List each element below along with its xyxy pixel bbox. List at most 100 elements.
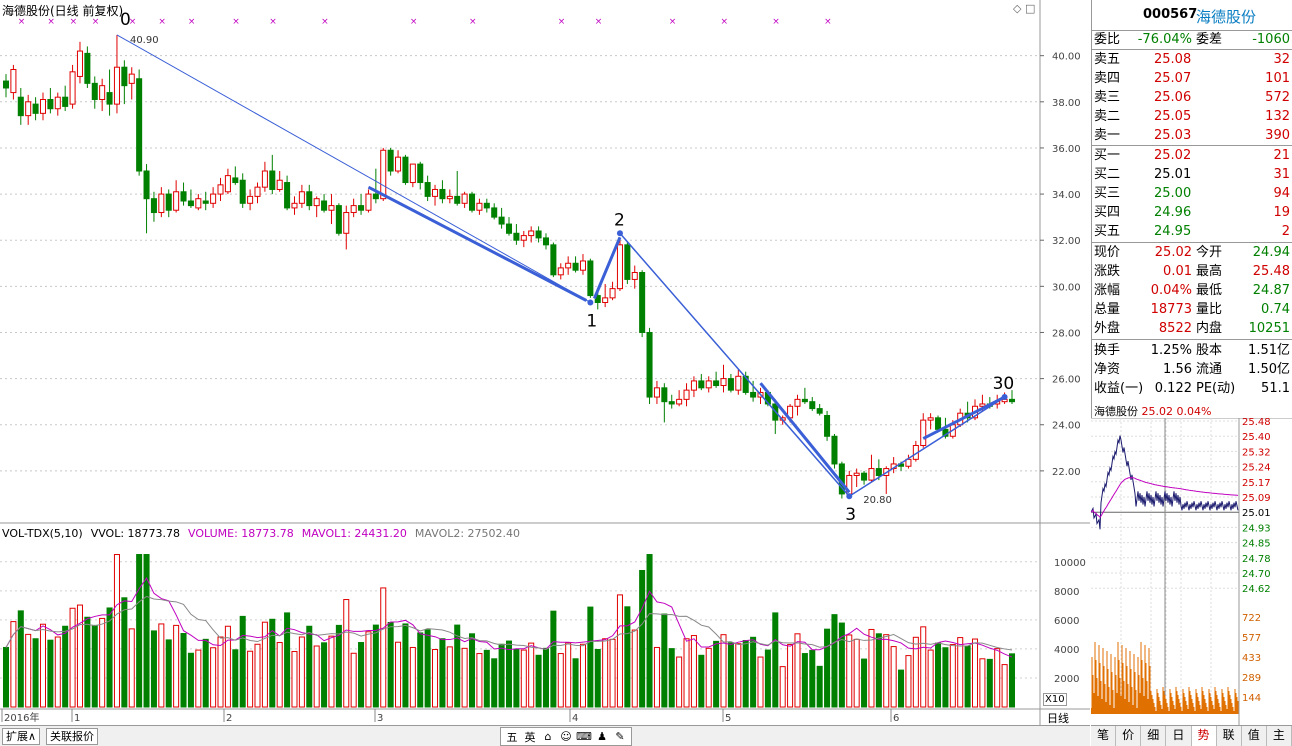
fund-row-v: 1.56 xyxy=(1163,362,1192,377)
volume-bar xyxy=(579,643,586,708)
ime-item-6[interactable]: ✎ xyxy=(612,730,628,743)
volume-bar xyxy=(935,642,942,708)
candle-body xyxy=(454,195,461,204)
candle-body xyxy=(535,230,542,239)
mini-tab-0[interactable]: 笔 xyxy=(1091,726,1117,746)
mini-tab-2[interactable]: 细 xyxy=(1141,726,1167,746)
candle-body xyxy=(927,417,934,421)
candle-body xyxy=(831,435,838,465)
volume-bar xyxy=(505,640,513,708)
intraday-chart[interactable]: 25.48 25.40 25.32 25.24 25.17 25.09 25.01 24.93… xyxy=(1091,418,1292,725)
mini-price-label: 25.48 xyxy=(1242,418,1271,428)
sell-level-v2: 132 xyxy=(1265,109,1290,124)
marker-cross: × xyxy=(469,17,477,27)
mini-price-label: 24.85 xyxy=(1242,539,1271,550)
mini-tab-3[interactable]: 日 xyxy=(1166,726,1192,746)
candle-body xyxy=(468,193,476,211)
candle-body xyxy=(476,202,483,211)
stat-row-v2: 24.87 xyxy=(1252,283,1290,298)
volume-bar xyxy=(424,629,431,708)
stat-row-l2: 内盘 xyxy=(1196,321,1223,336)
volume-bar xyxy=(535,654,542,708)
ime-item-5[interactable]: ♟ xyxy=(594,730,610,743)
volume-bar xyxy=(979,658,986,708)
volume-bar xyxy=(787,644,794,708)
mini-tab-6[interactable]: 值 xyxy=(1242,726,1267,746)
price-tick-label: 40.00 xyxy=(1052,52,1081,63)
expand-tab[interactable]: 扩展∧ xyxy=(2,728,41,745)
buy-level-l: 买三 xyxy=(1094,186,1121,201)
mini-vol-label: 144 xyxy=(1242,693,1261,704)
stat-row-v2: 10251 xyxy=(1248,321,1290,336)
candle-body xyxy=(358,205,365,211)
mini-tab-5[interactable]: 联 xyxy=(1217,726,1242,746)
volume-bar xyxy=(247,650,254,708)
candle-body xyxy=(409,163,416,184)
ime-item-4[interactable]: ⌨ xyxy=(576,730,592,743)
volume-bar xyxy=(1001,664,1008,708)
sell-level-v2: 32 xyxy=(1273,52,1290,67)
candle-body xyxy=(247,195,254,204)
volume-bar xyxy=(764,649,771,708)
fund-row-l: 换手 xyxy=(1094,343,1121,358)
ime-item-1[interactable]: 英 xyxy=(522,729,538,745)
volume-bar xyxy=(513,648,520,708)
period-label[interactable]: 日线 xyxy=(1047,710,1069,726)
volume-bar xyxy=(727,642,734,708)
mini-tab-4[interactable]: 势 xyxy=(1191,726,1217,746)
candle-body xyxy=(343,212,350,234)
volume-value: VOLUME: 18773.78 xyxy=(188,527,294,540)
volume-bar xyxy=(173,624,180,708)
mini-pct: 0.04% xyxy=(1176,405,1212,418)
square-icon[interactable]: □ xyxy=(1025,2,1035,15)
stat-row-v2: 24.94 xyxy=(1252,245,1290,260)
candle-body xyxy=(624,244,631,280)
mini-tab-7[interactable]: 主 xyxy=(1267,726,1292,746)
candle-body xyxy=(557,267,564,276)
candle-body xyxy=(365,193,372,211)
ime-item-0[interactable]: 五 xyxy=(504,729,520,745)
volume-bar xyxy=(912,636,919,708)
sell-level-row: 卖三 25.06 572 xyxy=(1092,88,1292,107)
volume-bar xyxy=(757,656,764,708)
volume-bar xyxy=(986,658,993,708)
quote-header: 000567 海德股份 xyxy=(1092,0,1292,31)
candle-body xyxy=(609,288,616,299)
x10-button[interactable]: X10 xyxy=(1043,693,1067,706)
related-quote-tab[interactable]: 关联报价 xyxy=(46,728,98,745)
volume-bar xyxy=(816,665,823,708)
mini-price-label: 25.09 xyxy=(1242,493,1271,504)
ime-item-2[interactable]: ⌂ xyxy=(540,730,556,743)
stat-row-l: 涨幅 xyxy=(1094,283,1121,298)
kline-chart[interactable]: 40.00 38.00 36.00 34.00 32.00 30.00 28.00 26.00… xyxy=(0,0,1090,725)
volume-bar xyxy=(690,635,697,708)
volume-bar xyxy=(520,649,527,708)
mini-price: 25.02 xyxy=(1141,405,1174,418)
ime-toolbar[interactable]: 五英 ⌂ ☺ ⌨ ♟ ✎ xyxy=(500,727,632,746)
fund-row-l: 收益(一) xyxy=(1094,381,1144,396)
price-tick-label: 30.00 xyxy=(1052,282,1081,293)
sell-level-l: 卖二 xyxy=(1094,109,1121,124)
price-tick-label: 24.00 xyxy=(1052,421,1081,432)
stat-row: 总量 18773 量比 0.74 xyxy=(1092,300,1292,319)
sell-level-row: 卖二 25.05 132 xyxy=(1092,107,1292,126)
volume-bar xyxy=(150,630,157,708)
trend-arrow-head xyxy=(616,230,623,237)
candle-body xyxy=(158,193,165,214)
stat-row-l: 总量 xyxy=(1094,302,1121,317)
mini-tab-1[interactable]: 价 xyxy=(1116,726,1142,746)
volume-bar xyxy=(113,554,120,708)
mini-price-label: 24.70 xyxy=(1242,569,1271,580)
price-tick-label: 22.00 xyxy=(1052,467,1081,478)
diamond-icon[interactable]: ◇ xyxy=(1013,2,1021,15)
volume-bar xyxy=(875,633,882,708)
candle-body xyxy=(284,182,291,209)
candle-body xyxy=(39,99,47,114)
fund-row-l2: PE(动) xyxy=(1196,381,1236,396)
volume-bar xyxy=(853,638,860,708)
candle-body xyxy=(565,262,572,269)
ime-item-3[interactable]: ☺ xyxy=(558,730,574,743)
volume-bar xyxy=(971,638,979,708)
candle-body xyxy=(32,103,39,114)
trend-arrow-head xyxy=(846,493,853,500)
